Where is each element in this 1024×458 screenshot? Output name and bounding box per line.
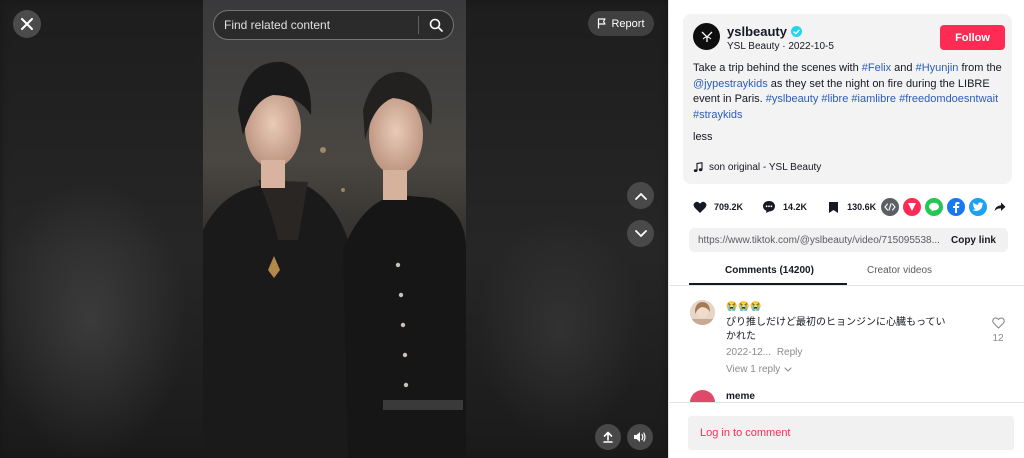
- send-to-friends-button[interactable]: [903, 198, 921, 216]
- facebook-icon: [953, 202, 960, 213]
- engagement-stats: 709.2K 14.2K 130.6K: [691, 198, 893, 216]
- author-subline: YSL Beauty · 2022-10-5: [727, 41, 834, 52]
- tab-creator-videos[interactable]: Creator videos: [867, 265, 932, 276]
- send-icon: [908, 203, 916, 211]
- author-avatar[interactable]: [693, 23, 720, 50]
- video-frame: [203, 0, 466, 458]
- chevron-down-icon: [634, 229, 647, 237]
- comment-emoji: 😭😭😭: [726, 301, 763, 311]
- mention-link[interactable]: @jypestraykids: [693, 78, 768, 90]
- chevron-down-icon: [784, 367, 792, 372]
- heart-icon: [691, 198, 709, 216]
- comment-like-count: 12: [992, 333, 1004, 344]
- bookmark-count: 130.6K: [847, 202, 877, 212]
- search-button[interactable]: [419, 11, 453, 39]
- comment-text: ぴり推しだけど最初のヒョンジンに心臓もっていかれた: [726, 317, 946, 342]
- comment-date: 2022-12...: [726, 347, 772, 358]
- details-panel: yslbeauty YSL Beauty · 2022-10-5 Follow …: [668, 0, 1024, 458]
- hashtag-link[interactable]: #Hyunjin: [916, 62, 959, 74]
- bookmark-icon: [824, 198, 842, 216]
- line-icon: [929, 202, 939, 212]
- author-username-text: yslbeauty: [727, 24, 787, 39]
- comment-button[interactable]: 14.2K: [760, 198, 807, 216]
- hashtag-link[interactable]: #yslbeauty: [766, 93, 819, 105]
- caption-text: from the: [958, 62, 1002, 74]
- share-twitter-button[interactable]: [969, 198, 987, 216]
- comment-bubble-icon: [760, 198, 778, 216]
- commenter-avatar[interactable]: [690, 300, 715, 325]
- upload-icon: [603, 431, 613, 443]
- embed-button[interactable]: [881, 198, 899, 216]
- like-button[interactable]: 709.2K: [691, 198, 743, 216]
- view-replies-label: View 1 reply: [726, 364, 781, 375]
- author-display-name: YSL Beauty: [727, 41, 780, 52]
- upload-button[interactable]: [595, 424, 621, 450]
- video-player[interactable]: [203, 0, 466, 458]
- flag-icon: [598, 18, 607, 29]
- more-share-button[interactable]: [991, 198, 1009, 216]
- caption-text: Take a trip behind the scenes with: [693, 62, 862, 74]
- verified-badge-icon: [790, 26, 802, 37]
- twitter-icon: [972, 202, 984, 211]
- author-username[interactable]: yslbeauty: [727, 24, 802, 39]
- hashtag-link[interactable]: #iamlibre: [851, 93, 896, 105]
- comment-item: meme: [689, 388, 1019, 402]
- show-less-button[interactable]: less: [693, 131, 713, 143]
- follow-button[interactable]: Follow: [940, 25, 1005, 50]
- share-facebook-button[interactable]: [947, 198, 965, 216]
- music-label: son original - YSL Beauty: [709, 162, 822, 173]
- comment-meta: 2022-12... Reply: [726, 347, 802, 358]
- view-replies-button[interactable]: View 1 reply: [726, 364, 792, 375]
- reply-button[interactable]: Reply: [777, 347, 803, 358]
- share-buttons: [881, 198, 1009, 216]
- bookmark-button[interactable]: 130.6K: [824, 198, 876, 216]
- heart-outline-icon: [991, 317, 1005, 329]
- video-stage: Report: [0, 0, 668, 458]
- search-icon: [429, 18, 443, 32]
- video-info-card: yslbeauty YSL Beauty · 2022-10-5 Follow …: [683, 14, 1012, 184]
- next-video-button[interactable]: [627, 220, 654, 247]
- share-arrow-icon: [994, 202, 1006, 211]
- hashtag-link[interactable]: #libre: [821, 93, 848, 105]
- comment-login-bar: Log in to comment: [669, 402, 1024, 458]
- search-bar: [213, 10, 454, 40]
- hashtag-link[interactable]: #freedomdoesntwait: [899, 93, 998, 105]
- comment-like-button[interactable]: 12: [991, 317, 1005, 344]
- login-to-comment-button[interactable]: Log in to comment: [688, 416, 1014, 450]
- search-input[interactable]: [224, 18, 418, 32]
- commenter-avatar[interactable]: [690, 390, 715, 402]
- previous-video-button[interactable]: [627, 182, 654, 209]
- chevron-up-icon: [634, 192, 647, 200]
- like-count: 709.2K: [714, 202, 744, 212]
- comment-tabs: Comments (14200) Creator videos: [669, 260, 1024, 286]
- hashtag-link[interactable]: #Felix: [862, 62, 891, 74]
- close-button[interactable]: [13, 10, 41, 38]
- music-link[interactable]: son original - YSL Beauty: [693, 162, 821, 173]
- post-date: 2022-10-5: [788, 41, 834, 52]
- ysl-logo-icon: [701, 31, 712, 42]
- comment-count: 14.2K: [783, 202, 808, 212]
- hashtag-link[interactable]: #straykids: [693, 109, 743, 121]
- active-tab-indicator: [689, 283, 847, 285]
- video-link-box: https://www.tiktok.com/@yslbeauty/video/…: [689, 228, 1008, 252]
- tab-comments[interactable]: Comments (14200): [725, 265, 814, 276]
- volume-icon: [634, 432, 646, 442]
- volume-button[interactable]: [627, 424, 653, 450]
- commenter-username[interactable]: meme: [726, 391, 755, 402]
- embed-code-icon: [884, 203, 896, 211]
- music-note-icon: [693, 162, 703, 172]
- copy-link-button[interactable]: Copy link: [939, 235, 1008, 246]
- share-line-button[interactable]: [925, 198, 943, 216]
- report-button[interactable]: Report: [588, 11, 654, 36]
- caption-text: and: [891, 62, 916, 74]
- report-label: Report: [611, 17, 645, 30]
- author-separator: ·: [779, 41, 789, 52]
- video-link-url[interactable]: https://www.tiktok.com/@yslbeauty/video/…: [689, 235, 939, 246]
- close-icon: [21, 18, 33, 30]
- video-caption: Take a trip behind the scenes with #Feli…: [693, 61, 1003, 123]
